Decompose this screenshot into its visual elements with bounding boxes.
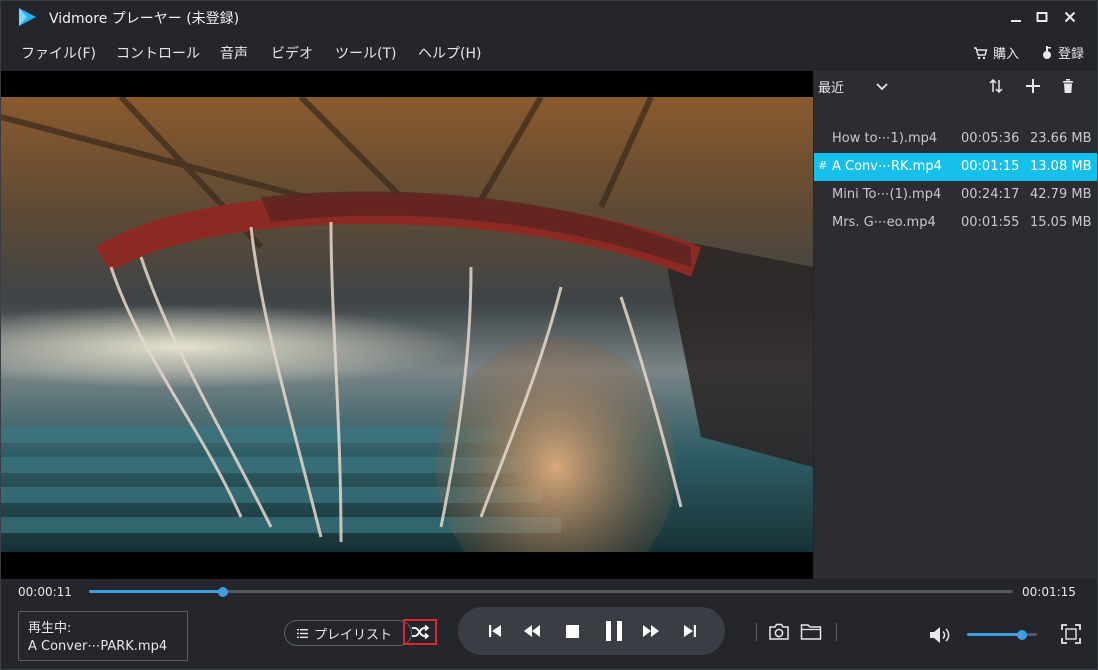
shuffle-button[interactable] bbox=[403, 619, 437, 645]
playlist-item-duration: 00:01:15 bbox=[961, 159, 1020, 174]
playlist-item[interactable]: Mrs. G⋯eo.mp4 00:01:55 15.05 MB bbox=[814, 209, 1097, 237]
cart-icon bbox=[974, 46, 988, 59]
playlist-item-marker: # bbox=[818, 159, 828, 172]
app-logo-icon bbox=[19, 8, 36, 26]
playlist-item-size: 42.79 MB bbox=[1030, 187, 1092, 202]
playlist-item-size: 23.66 MB bbox=[1030, 131, 1092, 146]
shuffle-icon bbox=[412, 625, 429, 639]
pause-button[interactable] bbox=[602, 619, 626, 643]
volume-handle[interactable] bbox=[1016, 629, 1027, 640]
stop-icon bbox=[565, 624, 579, 638]
playlist-item[interactable]: How to⋯1).mp4 00:05:36 23.66 MB bbox=[814, 125, 1097, 153]
total-time: 00:01:15 bbox=[1022, 585, 1076, 599]
maximize-icon bbox=[1036, 12, 1048, 22]
volume-icon bbox=[930, 627, 950, 643]
chevron-down-icon bbox=[876, 82, 888, 90]
seek-bar-fill bbox=[89, 590, 223, 593]
app-window: Vidmore プレーヤー (未登録) ファイル(F) コントロール 音声 ビデ… bbox=[0, 0, 1098, 670]
playlist-item-active[interactable]: # A Conv⋯RK.mp4 00:01:15 13.08 MB bbox=[814, 153, 1097, 181]
playlist-item-duration: 00:01:55 bbox=[961, 215, 1020, 230]
list-icon bbox=[297, 628, 308, 638]
skip-previous-icon bbox=[489, 625, 501, 637]
seek-handle[interactable] bbox=[217, 586, 228, 597]
menu-help[interactable]: ヘルプ(H) bbox=[418, 43, 481, 63]
menu-file[interactable]: ファイル(F) bbox=[21, 43, 96, 63]
fast-forward-icon bbox=[643, 625, 659, 637]
rewind-icon bbox=[524, 625, 540, 637]
playlist-item-size: 15.05 MB bbox=[1030, 215, 1092, 230]
fullscreen-button[interactable] bbox=[1058, 621, 1084, 647]
video-display[interactable] bbox=[1, 71, 813, 579]
menu-bar: ファイル(F) コントロール 音声 ビデオ ツール(T) ヘルプ(H) 購入 登… bbox=[1, 33, 1097, 71]
add-file-button[interactable] bbox=[1023, 76, 1043, 96]
minimize-icon bbox=[1011, 20, 1021, 22]
camera-icon bbox=[769, 623, 789, 640]
plus-icon bbox=[1026, 79, 1040, 93]
menu-tools[interactable]: ツール(T) bbox=[335, 43, 396, 63]
fast-forward-button[interactable] bbox=[639, 619, 663, 643]
mute-button[interactable] bbox=[927, 622, 953, 648]
previous-button[interactable] bbox=[483, 619, 507, 643]
now-playing-file: A Conver⋯PARK.mp4 bbox=[28, 639, 168, 654]
next-button[interactable] bbox=[678, 619, 702, 643]
menu-video[interactable]: ビデオ bbox=[271, 43, 313, 63]
playlist-item[interactable]: Mini To⋯(1).mp4 00:24:17 42.79 MB bbox=[814, 181, 1097, 209]
playlist-header: 最近 bbox=[814, 71, 1097, 101]
title-bar: Vidmore プレーヤー (未登録) bbox=[1, 1, 1097, 33]
close-icon bbox=[1064, 11, 1076, 23]
trash-icon bbox=[1063, 79, 1073, 93]
now-playing-box: 再生中: A Conver⋯PARK.mp4 bbox=[18, 611, 188, 661]
playlist-toggle-label: プレイリスト bbox=[314, 627, 393, 643]
rewind-button[interactable] bbox=[520, 619, 544, 643]
sort-button[interactable] bbox=[986, 76, 1006, 96]
video-frame-image bbox=[1, 97, 813, 552]
transport-controls bbox=[458, 607, 725, 655]
maximize-button[interactable] bbox=[1027, 1, 1057, 33]
playlist-item-name: Mini To⋯(1).mp4 bbox=[832, 187, 942, 202]
delete-button[interactable] bbox=[1058, 76, 1078, 96]
divider bbox=[836, 623, 837, 641]
window-title: Vidmore プレーヤー (未登録) bbox=[49, 11, 240, 27]
playlist-item-size: 13.08 MB bbox=[1030, 159, 1092, 174]
buy-label: 購入 bbox=[993, 47, 1020, 62]
key-icon bbox=[1043, 46, 1051, 59]
now-playing-label: 再生中: bbox=[28, 621, 72, 636]
divider bbox=[756, 623, 757, 641]
current-time: 00:00:11 bbox=[18, 585, 72, 599]
pause-icon bbox=[606, 621, 622, 641]
fullscreen-icon bbox=[1061, 624, 1081, 644]
skip-next-icon bbox=[684, 625, 696, 637]
stop-button[interactable] bbox=[560, 619, 584, 643]
close-button[interactable] bbox=[1055, 1, 1085, 33]
menu-audio[interactable]: 音声 bbox=[220, 43, 248, 63]
buy-button[interactable]: 購入 bbox=[973, 43, 1019, 62]
playlist-filter-dropdown[interactable]: 最近 bbox=[818, 77, 888, 96]
volume-fill bbox=[967, 633, 1022, 636]
volume-slider[interactable] bbox=[967, 629, 1037, 640]
seek-bar[interactable] bbox=[89, 586, 1013, 597]
folder-icon bbox=[800, 624, 822, 640]
sort-icon bbox=[989, 79, 1003, 93]
playlist-item-duration: 00:05:36 bbox=[961, 131, 1020, 146]
playlist-item-duration: 00:24:17 bbox=[961, 187, 1020, 202]
playlist-toggle-button[interactable]: プレイリスト bbox=[284, 620, 412, 646]
register-label: 登録 bbox=[1058, 47, 1085, 62]
playlist-item-name: How to⋯1).mp4 bbox=[832, 131, 938, 146]
open-folder-button[interactable] bbox=[798, 619, 824, 645]
playlist-item-name: Mrs. G⋯eo.mp4 bbox=[832, 215, 936, 230]
menu-control[interactable]: コントロール bbox=[116, 43, 200, 63]
playlist-filter-label: 最近 bbox=[818, 81, 845, 96]
playlist-panel: 最近 How to⋯1).mp4 00:05:36 23.66 MB # A C… bbox=[814, 71, 1097, 579]
playlist-item-name: A Conv⋯RK.mp4 bbox=[832, 159, 942, 174]
register-button[interactable]: 登録 bbox=[1041, 43, 1084, 62]
snapshot-button[interactable] bbox=[766, 619, 792, 645]
